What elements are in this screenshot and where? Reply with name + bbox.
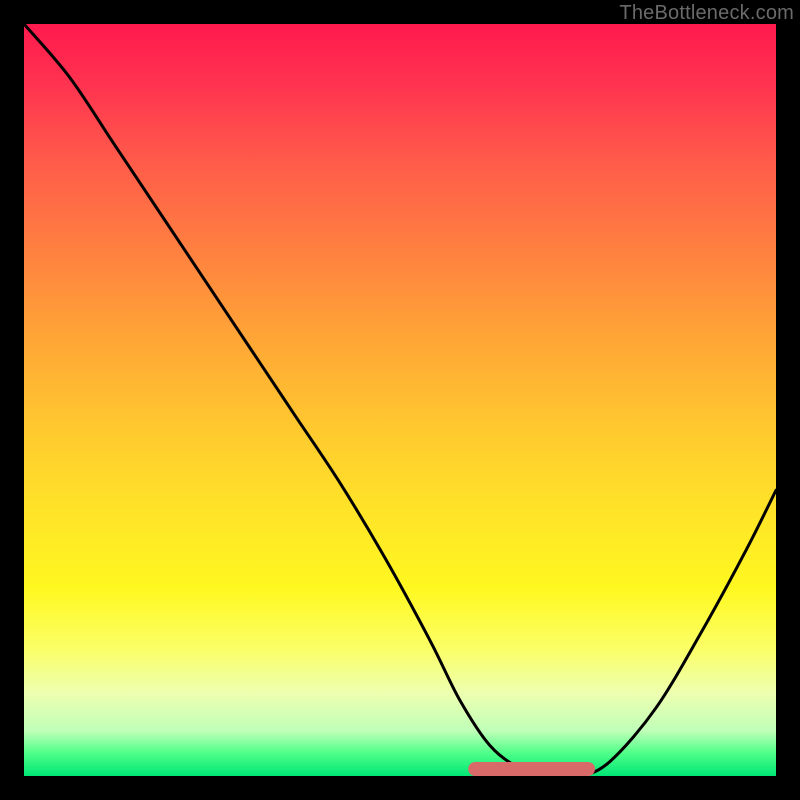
plot-area (24, 24, 776, 776)
watermark-text: TheBottleneck.com (619, 2, 794, 25)
chart-container: TheBottleneck.com (0, 0, 800, 800)
bottleneck-curve (24, 24, 776, 776)
